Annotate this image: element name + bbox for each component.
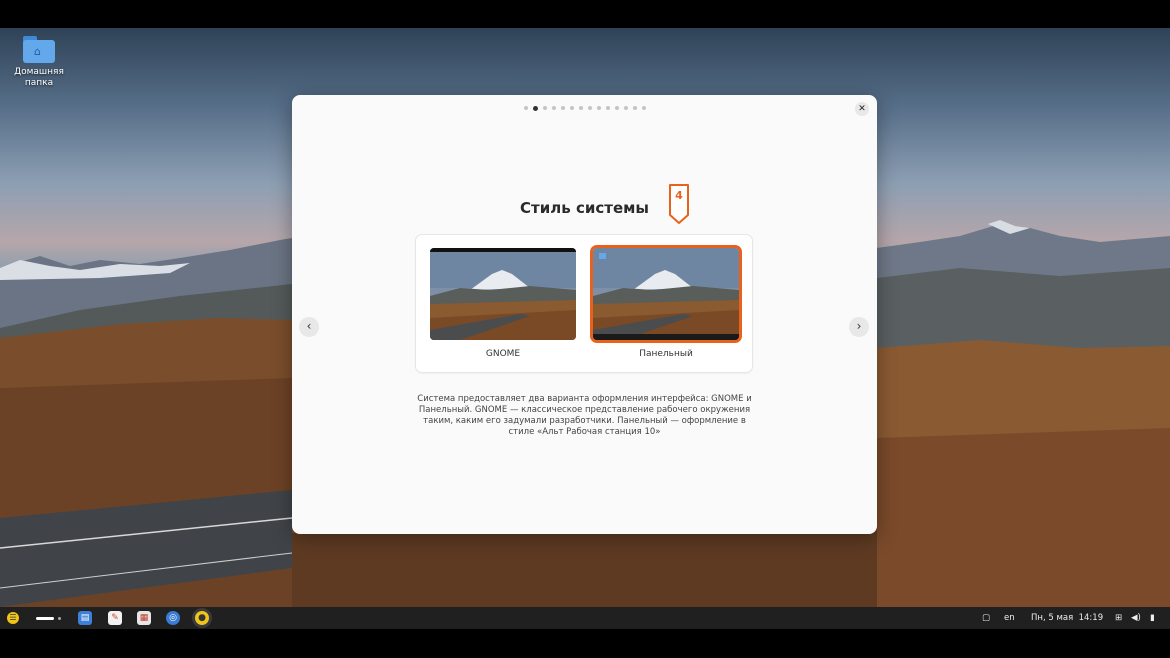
page-dot[interactable]: [523, 106, 528, 110]
page-dot[interactable]: [614, 106, 619, 110]
page-dot[interactable]: [641, 106, 646, 110]
style-options-card: GNOME Панельный: [416, 235, 752, 372]
app-menu-icon[interactable]: ☰: [7, 612, 19, 624]
option-panel[interactable]: Панельный: [593, 248, 739, 359]
taskbar: ☰ ▤ ✎ ▦ ◎ ● ▢ en Пн, 5 мая 14:19 ⊞ ◀) ▮: [0, 607, 1170, 629]
page-title: Стиль системы: [520, 199, 649, 217]
desktop-icon-label: Домашняя папка: [14, 67, 64, 88]
software-store-icon[interactable]: ▦: [137, 611, 151, 625]
close-button[interactable]: ✕: [855, 102, 869, 116]
welcome-app-icon[interactable]: ●: [195, 611, 209, 625]
panel-preview-image: [593, 248, 739, 340]
page-dot[interactable]: [605, 106, 610, 110]
language-indicator[interactable]: en: [1004, 607, 1015, 629]
page-dot[interactable]: [551, 106, 556, 110]
clock[interactable]: Пн, 5 мая 14:19: [1031, 607, 1103, 629]
welcome-dialog: ✕ Стиль системы 4 GNOME Панельный ‹ › Си…: [292, 95, 877, 534]
volume-icon[interactable]: ◀): [1131, 607, 1141, 629]
page-dot-active[interactable]: [532, 105, 538, 111]
top-bar: [0, 0, 1170, 28]
desktop-icon-home-folder[interactable]: ⌂ Домашняя папка: [10, 36, 68, 89]
page-dot[interactable]: [560, 106, 565, 110]
next-page-button[interactable]: ›: [849, 317, 869, 337]
text-editor-icon[interactable]: ✎: [108, 611, 122, 625]
bottom-bar: [0, 629, 1170, 658]
page-dot[interactable]: [569, 106, 574, 110]
previous-page-button[interactable]: ‹: [299, 317, 319, 337]
page-dot[interactable]: [542, 106, 547, 110]
chromium-icon[interactable]: ◎: [166, 611, 180, 625]
home-folder-icon: ⌂: [23, 36, 55, 63]
page-indicator: [292, 105, 877, 112]
files-icon[interactable]: ▤: [78, 611, 92, 625]
workspace-indicator-active[interactable]: [36, 617, 54, 620]
battery-icon[interactable]: ▮: [1150, 607, 1155, 629]
page-dot[interactable]: [596, 106, 601, 110]
clipboard-icon[interactable]: ▢: [982, 607, 990, 629]
gnome-preview-image: [430, 248, 576, 340]
network-icon[interactable]: ⊞: [1115, 607, 1122, 629]
workspace-indicator[interactable]: [58, 617, 61, 620]
page-dot[interactable]: [578, 106, 583, 110]
page-dot[interactable]: [632, 106, 637, 110]
option-label: GNOME: [485, 349, 521, 359]
page-dot[interactable]: [623, 106, 628, 110]
page-dot[interactable]: [587, 106, 592, 110]
option-gnome[interactable]: GNOME: [430, 248, 576, 359]
step-marker-number: 4: [675, 189, 683, 202]
style-description: Система предоставляет два варианта оформ…: [417, 394, 752, 437]
option-label: Панельный: [639, 349, 693, 359]
